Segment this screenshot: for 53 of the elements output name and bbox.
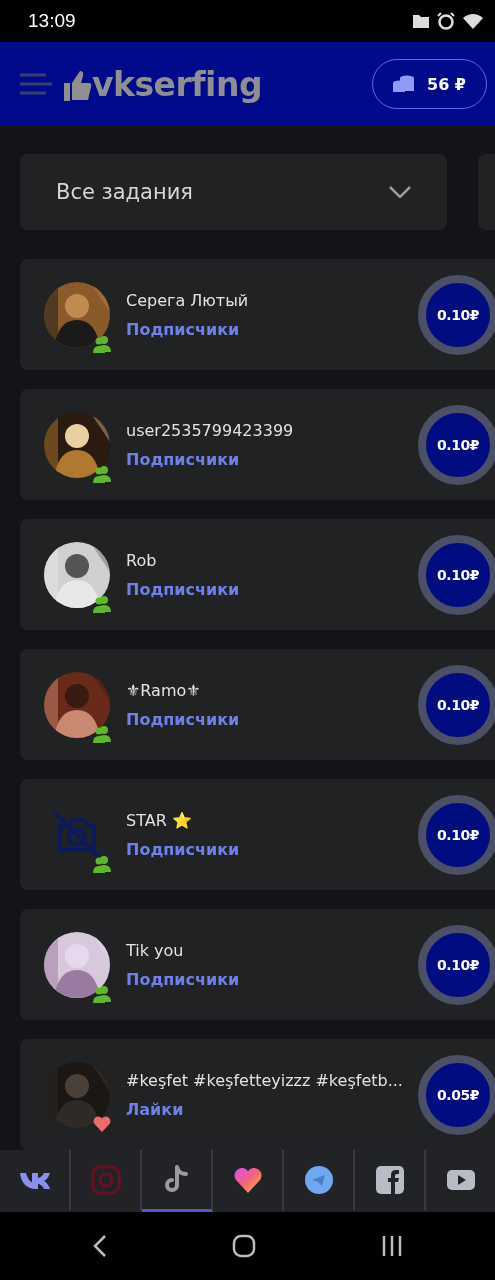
account-name: Tik you bbox=[126, 940, 185, 960]
task-type: Лайки bbox=[126, 1099, 185, 1119]
task-type: Подписчики bbox=[126, 319, 241, 339]
balance-button[interactable]: 56 ₽ bbox=[372, 59, 487, 109]
task-type: Подписчики bbox=[126, 449, 241, 469]
task-card[interactable]: ⚜Ramo⚜ Подписчики 0.10₽ bbox=[20, 649, 495, 760]
logo: vkserfing bbox=[92, 67, 263, 101]
price-badge[interactable]: 0.05₽ bbox=[418, 1054, 495, 1135]
thumbs-up-icon bbox=[64, 68, 92, 101]
users-icon bbox=[92, 983, 112, 1004]
users-icon bbox=[92, 593, 112, 614]
folder-icon bbox=[413, 14, 429, 28]
task-type: Подписчики bbox=[126, 709, 241, 729]
task-card[interactable]: Rob Подписчики 0.10₽ bbox=[20, 519, 495, 630]
price-badge[interactable]: 0.10₽ bbox=[418, 924, 495, 1005]
users-icon bbox=[92, 723, 112, 744]
coins-icon bbox=[393, 75, 416, 93]
account-name: Rob bbox=[126, 550, 158, 570]
task-filter-select[interactable]: Все задания bbox=[20, 154, 447, 230]
account-name: STAR ⭐ bbox=[126, 810, 193, 830]
price-badge[interactable]: 0.10₽ bbox=[418, 664, 495, 745]
status-time: 13:09 bbox=[28, 10, 76, 32]
task-card[interactable]: Серега Лютый Подписчики 0.10₽ bbox=[20, 259, 495, 370]
account-name: ⚜Ramo⚜ bbox=[126, 680, 202, 700]
price-badge[interactable]: 0.10₽ bbox=[418, 274, 495, 355]
task-card[interactable]: STAR ⭐ Подписчики 0.10₽ bbox=[20, 779, 495, 890]
chevron-down-icon bbox=[389, 186, 411, 198]
telegram-icon bbox=[304, 1165, 333, 1194]
task-type: Подписчики bbox=[126, 839, 241, 859]
youtube-icon bbox=[446, 1169, 475, 1190]
account-name: Серега Лютый bbox=[126, 290, 250, 310]
price-badge[interactable]: 0.10₽ bbox=[418, 404, 495, 485]
task-card[interactable]: #keşfet #keşfetteyizzz #keşfetb... Лайки 0.05₽ bbox=[20, 1039, 495, 1150]
home-icon[interactable] bbox=[231, 1234, 256, 1258]
recent-apps-icon[interactable] bbox=[380, 1235, 403, 1257]
task-card[interactable]: Tik you Подписчики 0.10₽ bbox=[20, 909, 495, 1020]
back-icon[interactable] bbox=[92, 1235, 107, 1257]
tiktok-icon bbox=[162, 1164, 191, 1195]
users-icon bbox=[92, 333, 112, 354]
task-type: Подписчики bbox=[126, 969, 241, 989]
account-name: user2535799423399 bbox=[126, 420, 295, 440]
users-icon bbox=[92, 463, 112, 484]
instagram-icon bbox=[90, 1164, 121, 1195]
facebook-icon bbox=[375, 1165, 404, 1194]
task-type: Подписчики bbox=[126, 579, 241, 599]
wifi-icon bbox=[463, 13, 483, 29]
price-badge[interactable]: 0.10₽ bbox=[418, 534, 495, 615]
heart-icon bbox=[232, 1165, 263, 1194]
account-name: #keşfet #keşfetteyizzz #keşfetb... bbox=[126, 1070, 404, 1090]
users-icon bbox=[92, 853, 112, 874]
task-card[interactable]: user2535799423399 Подписчики 0.10₽ bbox=[20, 389, 495, 500]
alarm-icon bbox=[437, 12, 455, 30]
price-badge[interactable]: 0.10₽ bbox=[418, 794, 495, 875]
